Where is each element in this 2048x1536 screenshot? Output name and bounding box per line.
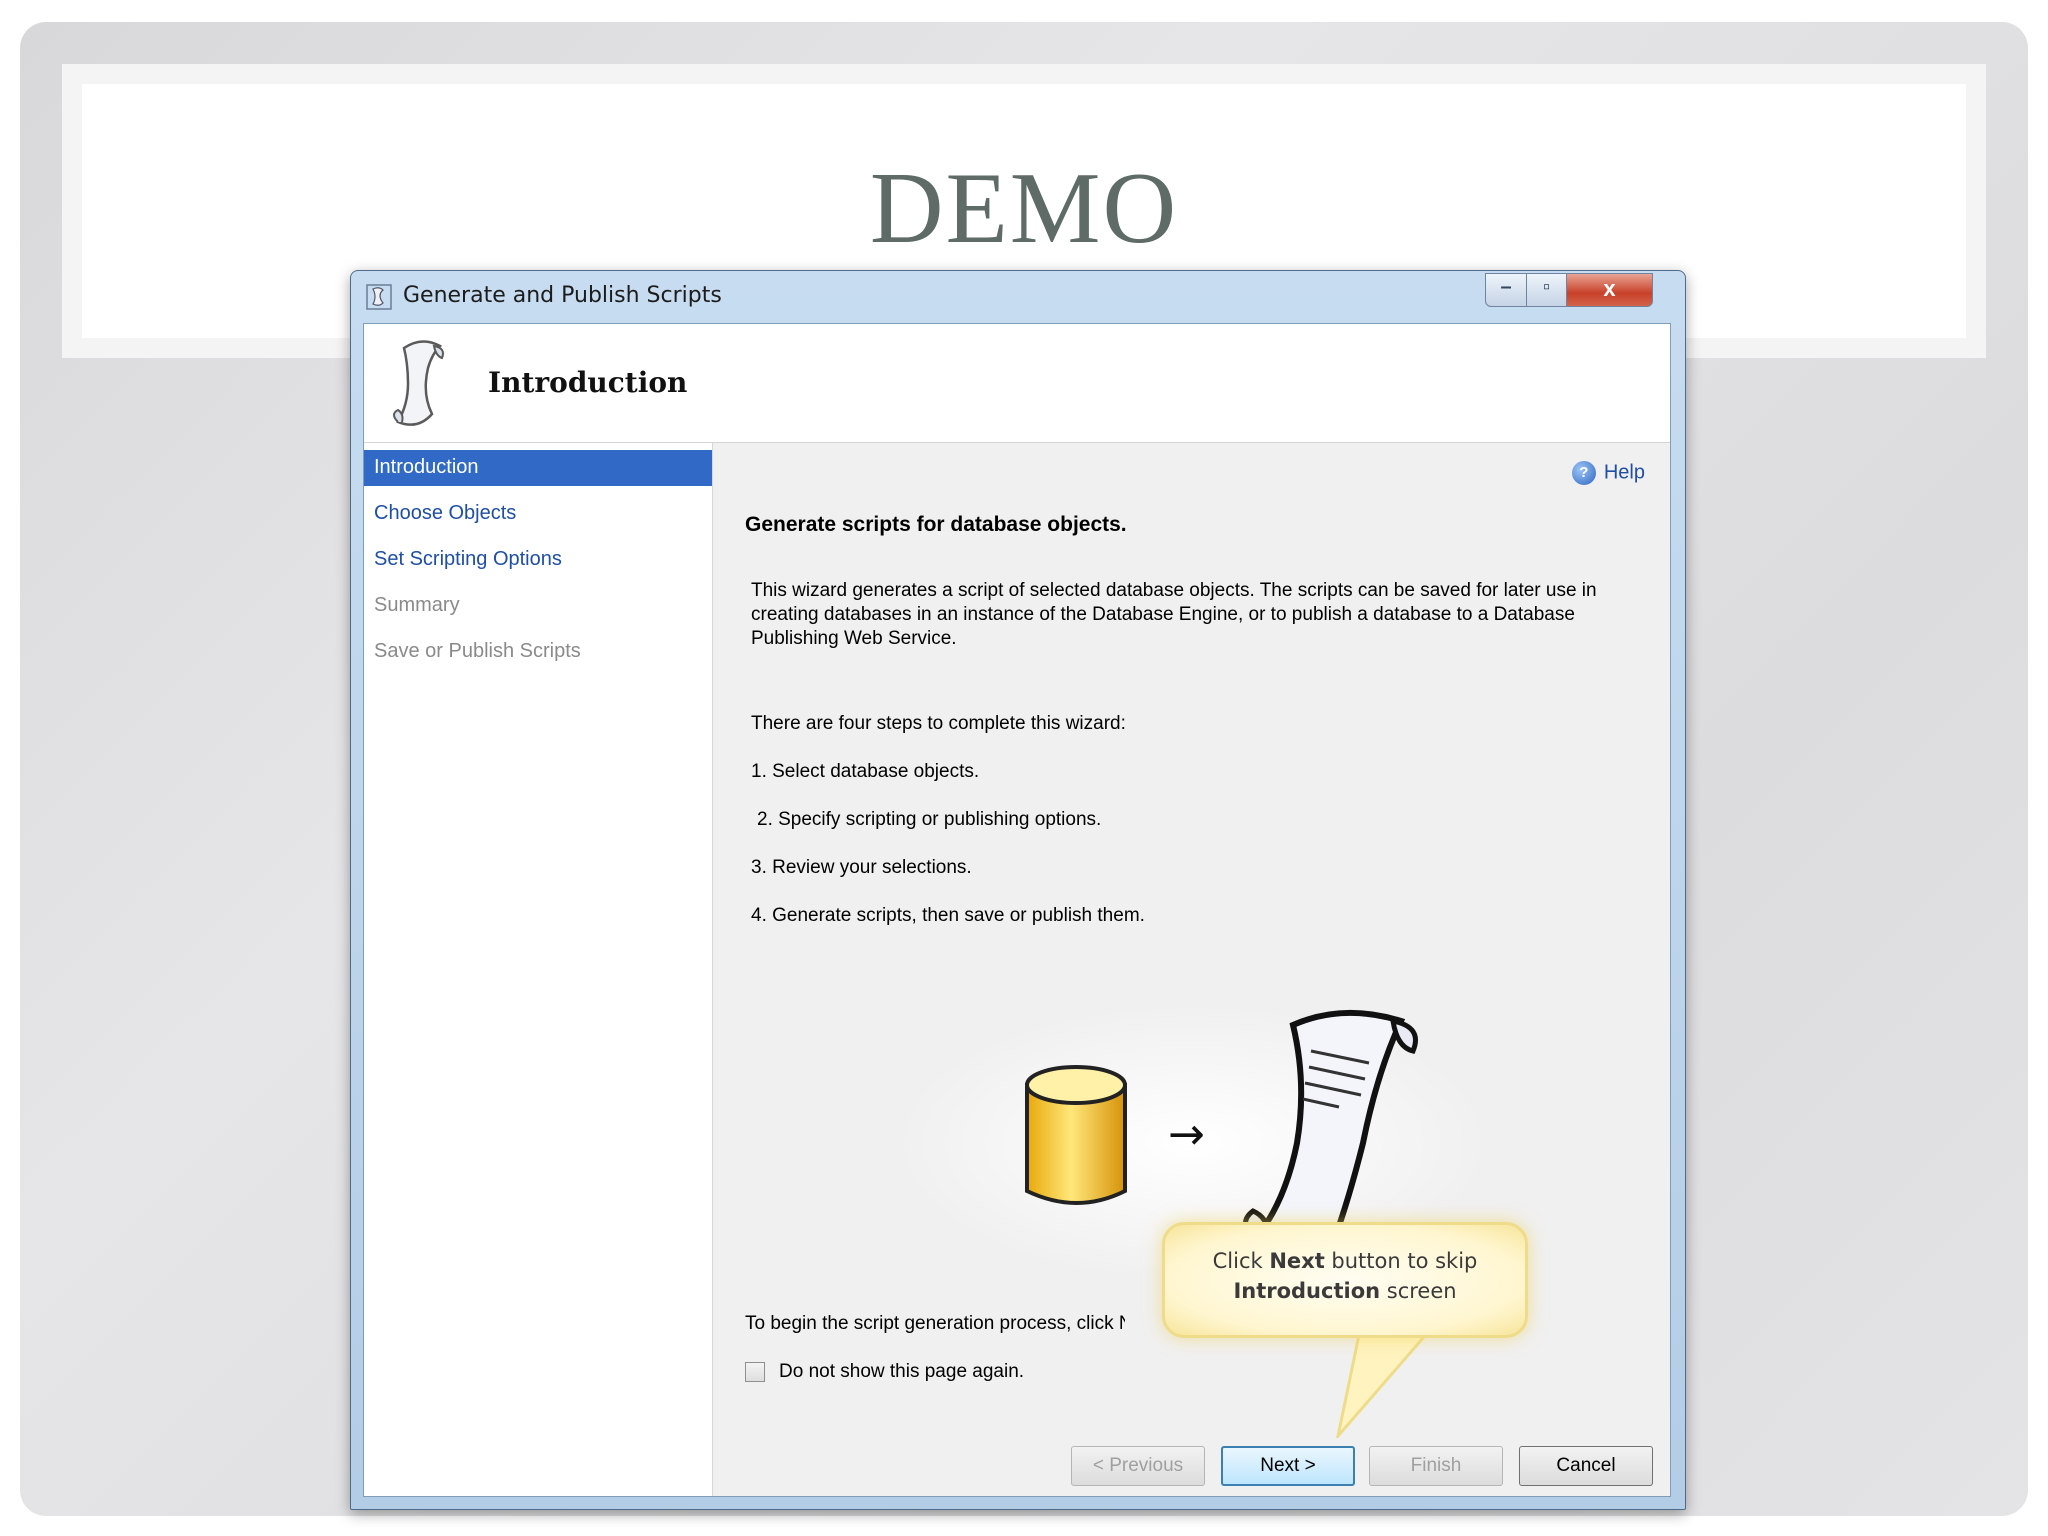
wizard-description: This wizard generates a script of select… (751, 580, 1597, 649)
maximize-button[interactable]: ▫ (1527, 273, 1567, 307)
close-icon: x (1603, 276, 1616, 301)
nav-item-choose-objects[interactable]: Choose Objects (364, 496, 712, 532)
finish-button[interactable]: Finish (1369, 1446, 1503, 1486)
page-title: Introduction (488, 366, 688, 399)
dont-show-again-label: Do not show this page again. (779, 1361, 1025, 1382)
nav-item-set-scripting-options[interactable]: Set Scripting Options (364, 542, 712, 578)
scroll-app-icon (366, 284, 392, 310)
dont-show-again-row[interactable]: Do not show this page again. (745, 1361, 1024, 1383)
callout-pointer (1336, 1328, 1434, 1438)
dont-show-again-checkbox[interactable] (745, 1362, 765, 1382)
wizard-header: Introduction (364, 324, 1670, 443)
callout-bold-next: Next (1269, 1249, 1325, 1273)
step-item: 4. Generate scripts, then save or publis… (751, 905, 1145, 926)
nav-item-save-or-publish: Save or Publish Scripts (374, 640, 581, 662)
tooltip-callout: Click Next button to skip Introduction s… (1162, 1222, 1528, 1338)
help-label: Help (1603, 461, 1645, 484)
step-item: 3. Review your selections. (751, 857, 972, 878)
window-title: Generate and Publish Scripts (403, 283, 722, 308)
help-icon: ? (1571, 461, 1596, 485)
next-button[interactable]: Next > (1221, 1446, 1355, 1486)
begin-instruction: To begin the script generation process, … (745, 1313, 1125, 1334)
database-icon (1025, 1065, 1127, 1205)
maximize-icon: ▫ (1542, 276, 1551, 298)
section-heading: Generate scripts for database objects. (745, 513, 1127, 536)
steps-intro: There are four steps to complete this wi… (751, 713, 1126, 734)
callout-text: screen (1380, 1279, 1457, 1303)
callout-text: button to skip (1324, 1249, 1478, 1273)
close-button[interactable]: x (1567, 273, 1653, 307)
help-link[interactable]: ? Help (1571, 461, 1645, 485)
step-item: 1. Select database objects. (751, 761, 980, 782)
minimize-button[interactable]: – (1485, 273, 1527, 307)
previous-button[interactable]: < Previous (1071, 1446, 1205, 1486)
step-item: 2. Specify scripting or publishing optio… (757, 809, 1102, 830)
scroll-icon (393, 340, 444, 426)
minimize-icon: – (1500, 276, 1512, 298)
cancel-button[interactable]: Cancel (1519, 1446, 1653, 1486)
wizard-main-pane: ? Help Generate scripts for database obje… (713, 443, 1669, 1496)
arrow-icon: → (1168, 1109, 1205, 1160)
title-bar[interactable]: Generate and Publish Scripts – ▫ x (351, 271, 1685, 323)
nav-item-introduction[interactable]: Introduction (364, 450, 712, 486)
nav-item-summary: Summary (374, 594, 460, 616)
callout-bold-introduction: Introduction (1233, 1279, 1381, 1303)
slide-title: DEMO (869, 152, 1179, 265)
wizard-nav-pane: Introduction Choose Objects Set Scriptin… (364, 443, 713, 1496)
callout-text: Click (1212, 1249, 1270, 1273)
